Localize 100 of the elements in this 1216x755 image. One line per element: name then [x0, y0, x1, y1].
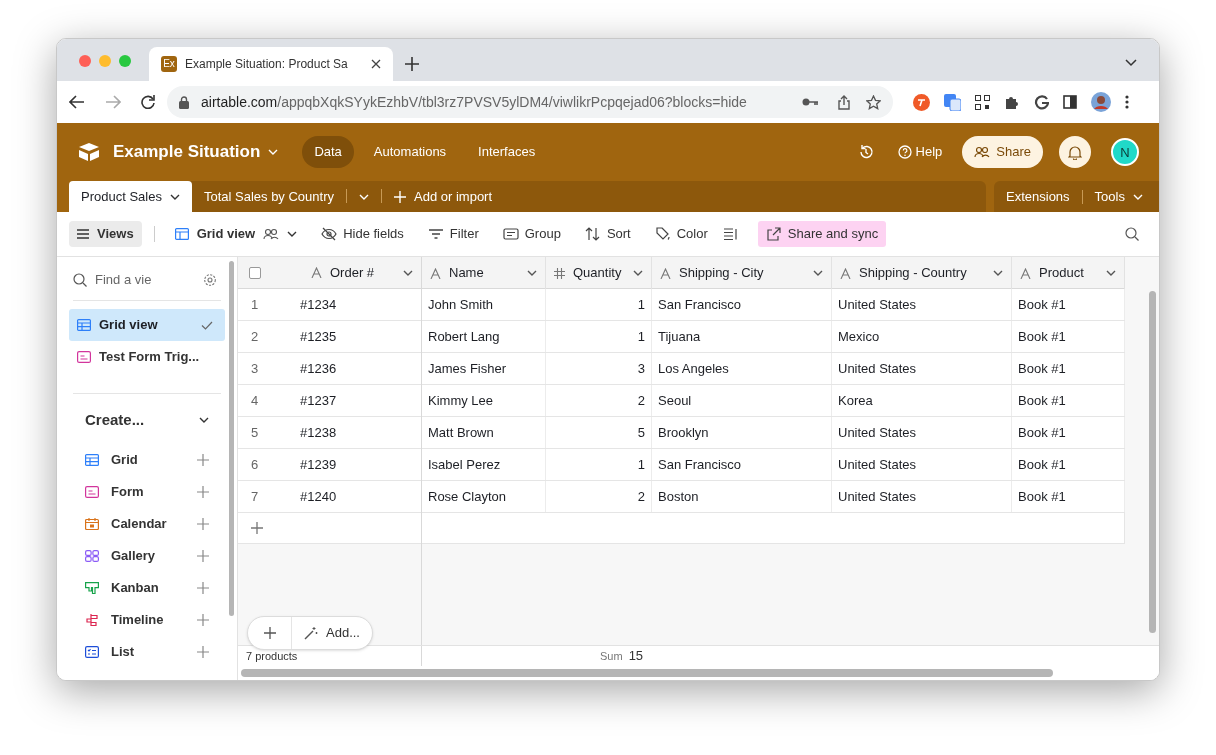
- settings-icon[interactable]: [203, 272, 217, 287]
- extension-icon[interactable]: [913, 93, 930, 111]
- table-cell-text: #1238: [300, 423, 338, 442]
- add-record-button[interactable]: [250, 521, 264, 535]
- g-icon[interactable]: [1034, 94, 1049, 110]
- scrollbar-thumb[interactable]: [1149, 291, 1156, 633]
- eye-slash-icon: [321, 227, 338, 241]
- row-number: 3: [250, 359, 260, 378]
- list-icon: [85, 646, 99, 658]
- table-cell: Book #1: [1012, 321, 1125, 352]
- toolbar-button[interactable]: Filter: [419, 221, 487, 247]
- sidebar-icon[interactable]: [1063, 95, 1077, 109]
- chevron-down-icon: [1132, 193, 1143, 200]
- plus-icon: [251, 522, 263, 534]
- chevron-down-icon: [403, 269, 413, 276]
- toolbar-button[interactable]: Sort: [576, 221, 639, 247]
- extensions-button[interactable]: Extensions: [994, 186, 1082, 207]
- chevron-down-icon[interactable]: [1125, 59, 1137, 67]
- create-view-item[interactable]: List: [73, 636, 221, 668]
- table-cell: Matt Brown: [422, 417, 546, 448]
- back-icon[interactable]: [69, 95, 85, 109]
- view-switcher-button[interactable]: Grid view: [166, 221, 306, 247]
- create-menu-button[interactable]: Create...: [73, 410, 221, 430]
- help-button[interactable]: Help: [897, 142, 943, 162]
- toolbar-button[interactable]: Color: [646, 221, 716, 247]
- star-icon[interactable]: [866, 94, 881, 110]
- add-table-button[interactable]: Add or import: [382, 181, 505, 212]
- browser-tab[interactable]: Ex Example Situation: Product Sa: [149, 47, 393, 81]
- share-button[interactable]: Share: [962, 136, 1043, 168]
- scrollbar-thumb[interactable]: [229, 261, 234, 616]
- qr-code-icon[interactable]: [975, 94, 990, 110]
- search-field[interactable]: Find a vie: [95, 269, 157, 290]
- text-field-icon: [660, 267, 671, 279]
- gallery-icon: [85, 550, 99, 562]
- toolbar-button[interactable]: Hide fields: [313, 221, 412, 247]
- calendar-icon: [85, 518, 99, 530]
- plus-icon: [197, 582, 209, 594]
- table-cell: San Francisco: [652, 449, 832, 480]
- help-icon: [897, 145, 912, 159]
- timeline-icon: [85, 614, 99, 626]
- nav-tab[interactable]: Data: [302, 136, 354, 168]
- toolbar-button[interactable]: Group: [494, 221, 569, 247]
- create-view-item[interactable]: Grid: [73, 444, 221, 476]
- view-item[interactable]: Grid view: [69, 309, 225, 341]
- window-control-icon: [79, 55, 91, 67]
- table-cell: Rose Clayton: [422, 481, 546, 512]
- key-icon[interactable]: [802, 97, 818, 107]
- puzzle-icon[interactable]: [1004, 94, 1020, 110]
- chevron-down-icon: [1106, 270, 1116, 276]
- table-cell: Book #1: [1012, 481, 1125, 512]
- table-tab[interactable]: Total Sales by Country: [191, 181, 346, 212]
- record-count: 7 products: [246, 648, 298, 664]
- table-cell: 1: [546, 321, 652, 352]
- more-icon[interactable]: [1125, 95, 1129, 109]
- history-icon[interactable]: [857, 144, 874, 160]
- search-icon[interactable]: [1125, 227, 1139, 241]
- row-number: 4: [250, 391, 260, 410]
- table-cell: Korea: [832, 385, 1012, 416]
- tools-button[interactable]: Tools: [1082, 186, 1155, 207]
- views-button[interactable]: Views: [69, 221, 142, 247]
- avatar-icon[interactable]: [1091, 92, 1111, 112]
- plus-icon: [197, 486, 209, 498]
- table-cell-text: #1237: [300, 391, 338, 410]
- lock-icon: [179, 95, 189, 109]
- row-number: 2: [250, 327, 260, 346]
- row-height-icon[interactable]: [723, 228, 738, 240]
- notifications-button[interactable]: [1059, 136, 1091, 168]
- column-header[interactable]: Order #: [311, 256, 421, 289]
- reload-icon[interactable]: [141, 95, 155, 109]
- create-view-item[interactable]: Gallery: [73, 540, 221, 572]
- create-view-item[interactable]: Timeline: [73, 604, 221, 636]
- new-tab-icon[interactable]: [405, 57, 419, 71]
- chevron-down-icon: [993, 270, 1003, 276]
- scrollbar-thumb[interactable]: [241, 669, 1053, 677]
- table-cell: 1: [546, 449, 652, 480]
- chevron-down-icon: [268, 149, 279, 155]
- row-number: 5: [250, 423, 260, 442]
- translate-icon[interactable]: [944, 93, 961, 111]
- base-name-button[interactable]: Example Situation: [113, 139, 279, 165]
- create-view-item[interactable]: Calendar: [73, 508, 221, 540]
- nav-tab[interactable]: Interfaces: [466, 136, 548, 168]
- share-sync-button[interactable]: Share and sync: [757, 221, 887, 247]
- close-icon[interactable]: [371, 59, 381, 69]
- check-icon: [201, 320, 213, 330]
- table-cell: Book #1: [1012, 417, 1125, 448]
- hash-icon: [554, 267, 565, 279]
- nav-tab[interactable]: Automations: [361, 136, 459, 168]
- create-view-item[interactable]: Kanban: [73, 572, 221, 604]
- address-bar[interactable]: airtable.com/appqbXqkSYykEzhbV/tbl3rz7PVSV5ylDM4/viwlikrPcpqejad06?blocks=hide: [167, 86, 893, 118]
- group-icon: [502, 227, 519, 241]
- view-item[interactable]: Test Form Trig...: [69, 341, 225, 373]
- select-all-checkbox[interactable]: [249, 266, 261, 279]
- table-tab[interactable]: Product Sales: [69, 181, 192, 212]
- user-avatar[interactable]: N: [1111, 138, 1139, 166]
- chevron-down-icon: [287, 231, 298, 237]
- chevron-down-icon: [359, 193, 369, 200]
- share-icon[interactable]: [838, 94, 850, 110]
- chevron-down-icon: [199, 417, 209, 423]
- create-view-item[interactable]: Form: [73, 476, 221, 508]
- logo-icon: [77, 142, 101, 162]
